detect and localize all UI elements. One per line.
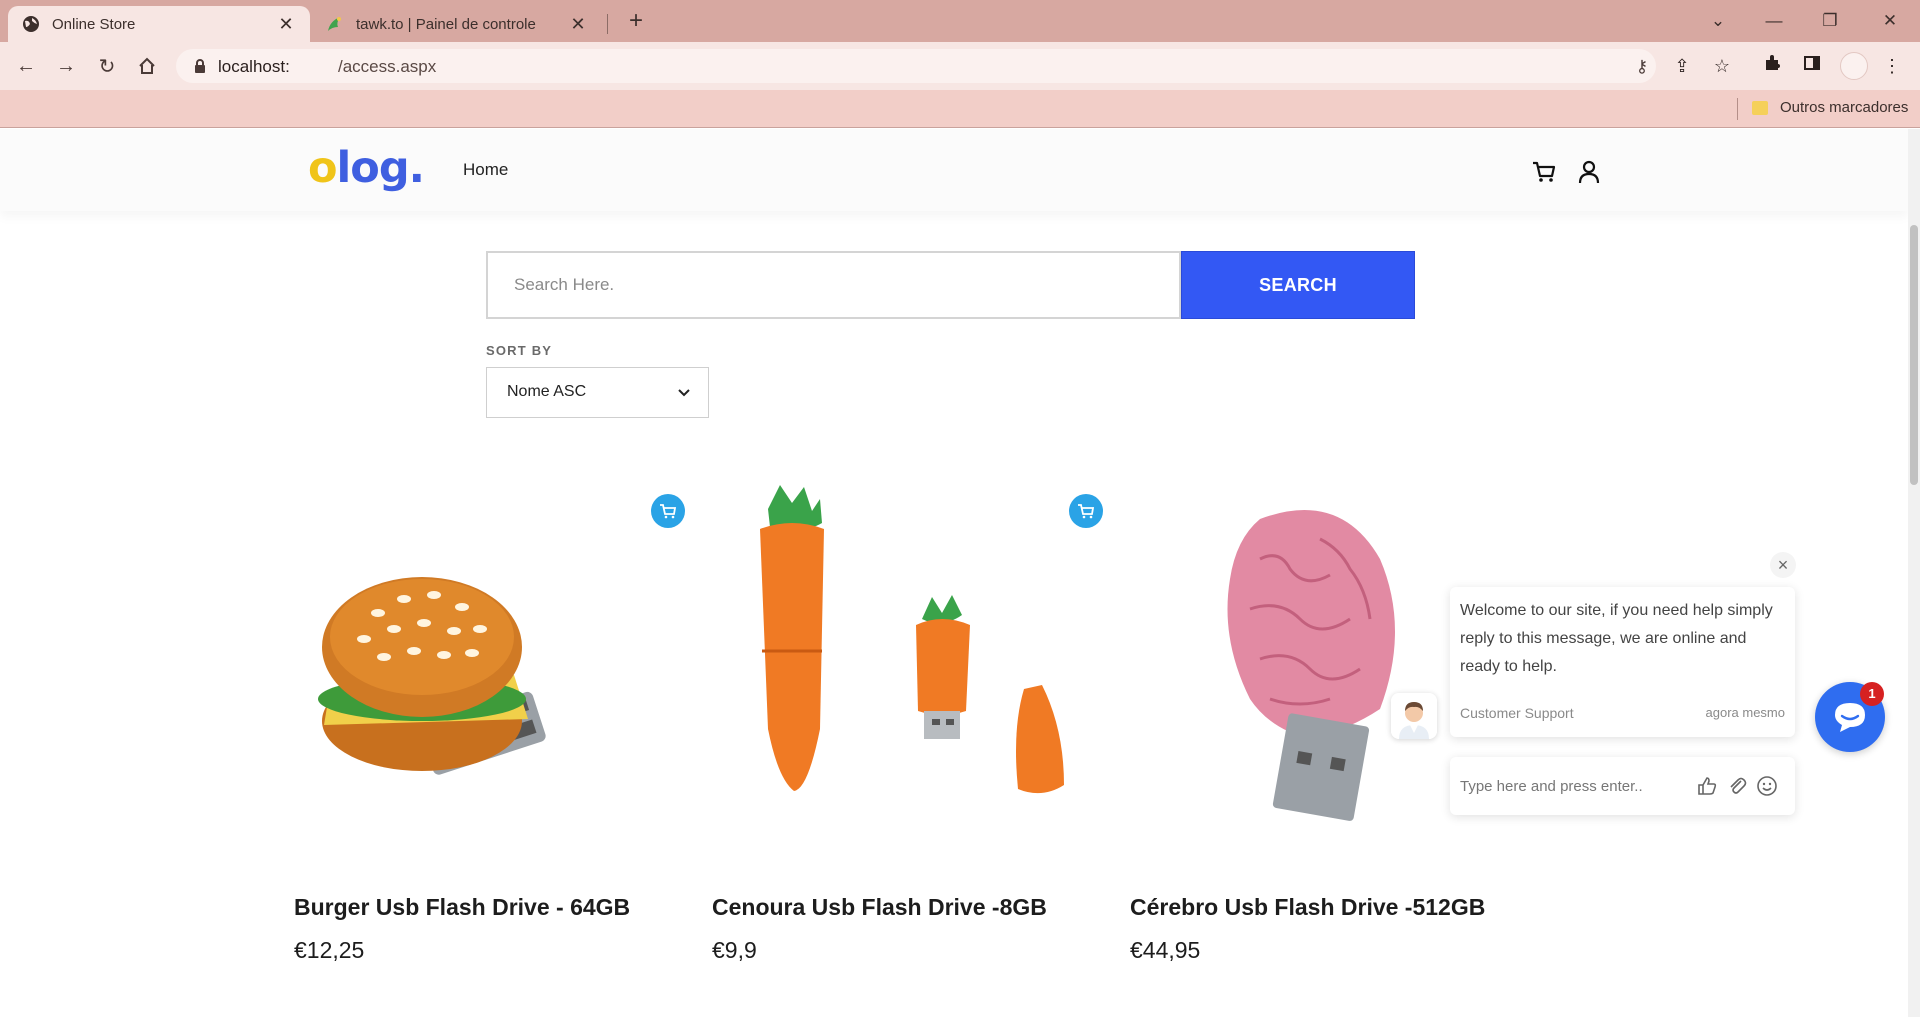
product-name[interactable]: Cérebro Usb Flash Drive -512GB — [1130, 894, 1485, 921]
browser-tab-bar: Online Store ✕ tawk.to | Painel de contr… — [0, 0, 1920, 42]
product-card[interactable]: Cenoura Usb Flash Drive -8GB €9,9 — [712, 479, 1112, 999]
sort-select[interactable]: Nome ASC — [486, 367, 709, 418]
lock-icon[interactable] — [192, 58, 208, 74]
key-icon[interactable]: ⚷ — [1632, 57, 1652, 77]
chat-message-input[interactable] — [1460, 771, 1680, 801]
product-name[interactable]: Burger Usb Flash Drive - 64GB — [294, 894, 630, 921]
site-logo[interactable]: olog. — [308, 143, 425, 193]
thumbs-up-icon[interactable] — [1696, 775, 1718, 797]
home-icon[interactable] — [131, 50, 163, 82]
product-price: €9,9 — [712, 937, 757, 963]
close-tab-icon[interactable]: ✕ — [568, 14, 588, 35]
emoji-icon[interactable] — [1756, 775, 1778, 797]
forward-icon[interactable]: → — [50, 50, 82, 82]
chat-welcome-message: Welcome to our site, if you need help si… — [1460, 602, 1773, 675]
back-icon[interactable]: ← — [10, 50, 42, 82]
product-card[interactable]: Cérebro Usb Flash Drive -512GB €44,95 — [1130, 479, 1530, 999]
chat-close-icon[interactable]: × — [1770, 552, 1796, 578]
agent-avatar — [1391, 693, 1437, 739]
tab-tawk[interactable]: tawk.to | Painel de controle ✕ — [312, 6, 602, 42]
chat-input-bar[interactable] — [1450, 757, 1795, 815]
tab-online-store[interactable]: Online Store ✕ — [8, 6, 310, 42]
minimize-icon[interactable]: — — [1746, 0, 1802, 42]
product-card[interactable]: Burger Usb Flash Drive - 64GB €12,25 — [294, 479, 694, 999]
site-header: olog. Home — [0, 129, 1908, 211]
browser-toolbar: ← → ↻ localhost: /access.aspx ⚷ ⇪ ☆ ⋮ — [0, 42, 1920, 90]
folder-icon[interactable] — [1752, 101, 1768, 115]
close-window-icon[interactable]: ✕ — [1862, 0, 1918, 42]
chat-bubble-icon — [1835, 703, 1865, 732]
cart-icon[interactable] — [1531, 159, 1557, 185]
page-scrollbar[interactable] — [1908, 129, 1920, 1017]
close-tab-icon[interactable]: ✕ — [276, 14, 296, 35]
add-to-cart-icon[interactable] — [651, 494, 685, 528]
tab-title: Online Store — [52, 15, 136, 33]
search-button[interactable]: SEARCH — [1181, 251, 1415, 319]
tawk-icon — [326, 15, 344, 33]
search-input[interactable] — [488, 253, 1179, 317]
search-field[interactable] — [486, 251, 1181, 319]
share-icon[interactable]: ⇪ — [1670, 54, 1694, 78]
bookmarks-folder-label[interactable]: Outros marcadores — [1780, 99, 1908, 116]
sort-label: SORT BY — [486, 343, 553, 358]
url-host: localhost: — [218, 57, 290, 76]
tab-title: tawk.to | Painel de controle — [356, 15, 536, 33]
product-price: €44,95 — [1130, 937, 1201, 963]
nav-home-link[interactable]: Home — [463, 160, 508, 180]
paperclip-icon[interactable] — [1726, 775, 1748, 797]
product-name[interactable]: Cenoura Usb Flash Drive -8GB — [712, 894, 1047, 921]
chat-timestamp: agora mesmo — [1705, 705, 1785, 720]
tab-search-icon[interactable]: ⌄ — [1690, 0, 1746, 42]
chat-message-bubble: Welcome to our site, if you need help si… — [1450, 587, 1795, 737]
product-image-burger[interactable] — [294, 479, 694, 859]
chat-unread-badge: 1 — [1860, 682, 1884, 706]
address-bar[interactable]: localhost: /access.aspx ⚷ — [176, 49, 1656, 83]
new-tab-icon[interactable]: + — [620, 8, 652, 36]
reload-icon[interactable]: ↻ — [91, 50, 123, 82]
chevron-down-icon — [676, 384, 692, 400]
bookmark-star-icon[interactable]: ☆ — [1710, 54, 1734, 78]
menu-kebab-icon[interactable]: ⋮ — [1880, 54, 1904, 78]
product-price: €12,25 — [294, 937, 365, 963]
tab-divider — [607, 14, 608, 34]
sort-selected-value: Nome ASC — [507, 383, 587, 400]
globe-icon — [22, 15, 40, 33]
user-icon[interactable] — [1576, 159, 1602, 185]
chat-sender: Customer Support — [1460, 705, 1574, 721]
add-to-cart-icon[interactable] — [1069, 494, 1103, 528]
page-viewport: olog. Home SEARCH SORT BY Nome ASC — [0, 129, 1920, 1017]
scrollbar-thumb[interactable] — [1910, 225, 1918, 485]
url-path: /access.aspx — [338, 57, 437, 76]
extensions-icon[interactable] — [1760, 54, 1784, 78]
bookmarks-divider — [1737, 98, 1738, 120]
side-panel-icon[interactable] — [1800, 54, 1824, 78]
restore-icon[interactable]: ❐ — [1802, 0, 1858, 42]
profile-avatar[interactable] — [1840, 52, 1868, 80]
bookmarks-bar: Outros marcadores — [0, 90, 1920, 128]
product-image-carrot[interactable] — [712, 479, 1112, 859]
